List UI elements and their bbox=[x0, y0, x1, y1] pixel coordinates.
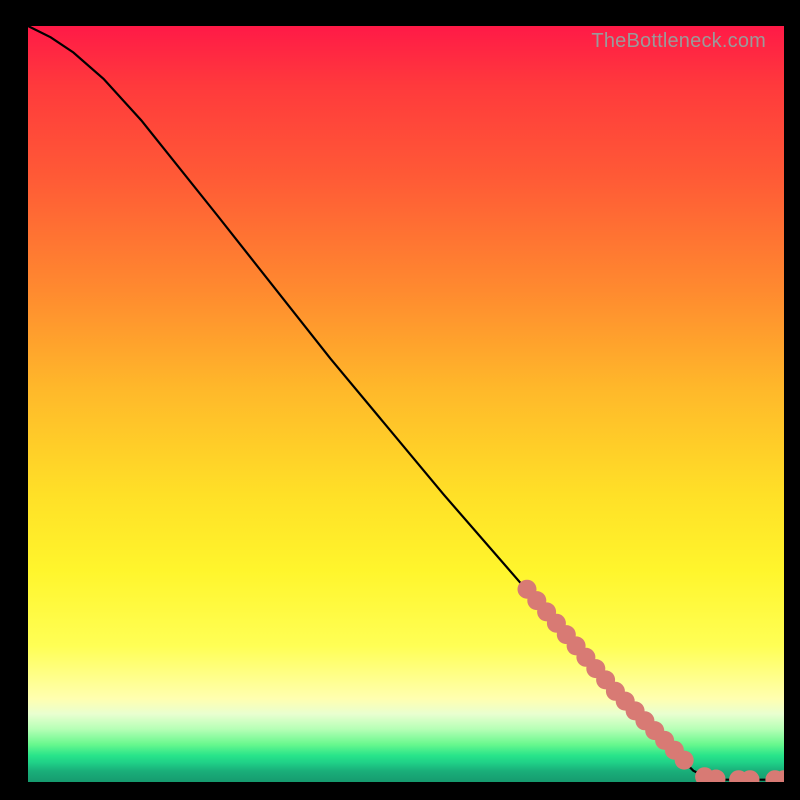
attribution-label: TheBottleneck.com bbox=[591, 30, 766, 53]
highlight-dots bbox=[518, 580, 785, 782]
data-dot bbox=[675, 751, 694, 770]
plot-area: TheBottleneck.com bbox=[28, 26, 784, 782]
bottleneck-curve bbox=[28, 26, 784, 780]
chart-frame: TheBottleneck.com bbox=[0, 0, 800, 800]
chart-svg bbox=[28, 26, 784, 782]
